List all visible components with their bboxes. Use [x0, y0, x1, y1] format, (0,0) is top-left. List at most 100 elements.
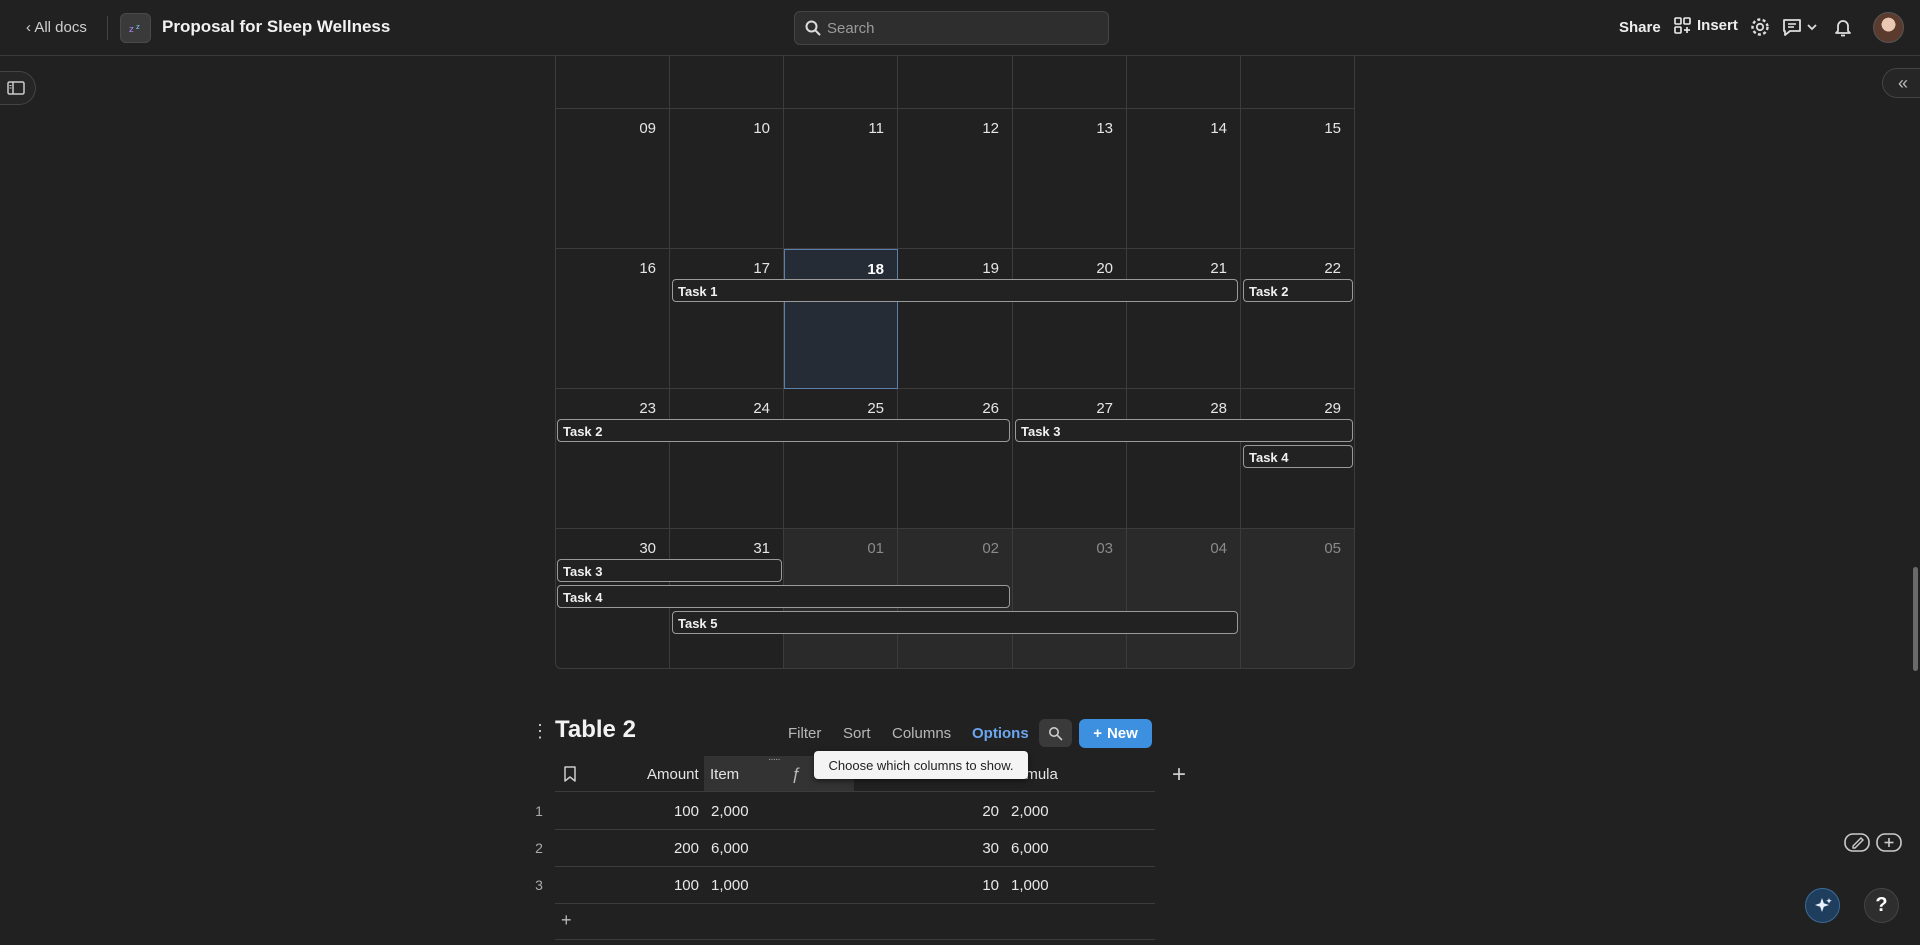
calendar-cell[interactable] [1127, 56, 1241, 109]
calendar-cell[interactable]: 24 [670, 389, 784, 529]
calendar-cell[interactable] [555, 56, 670, 109]
calendar-cell[interactable]: 10 [670, 109, 784, 249]
doc-title: Proposal for Sleep Wellness [162, 17, 391, 36]
new-row-button[interactable]: + New [1079, 719, 1152, 748]
table-row[interactable]: 200 6,000 30 6,000 [555, 830, 1155, 867]
calendar-cell[interactable]: 19 [898, 249, 1013, 389]
header-divider [107, 16, 108, 40]
calendar-cell[interactable]: 28 [1127, 389, 1241, 529]
calendar-cell[interactable]: 27 [1013, 389, 1127, 529]
scrollbar-thumb[interactable] [1913, 567, 1918, 671]
calendar-cell[interactable]: 26 [898, 389, 1013, 529]
insert-button[interactable]: Insert [1674, 17, 1738, 34]
search-box[interactable] [794, 11, 1109, 45]
double-chevron-left-icon: « [1897, 72, 1908, 93]
comment-icon[interactable] [1781, 16, 1803, 38]
calendar-cell[interactable]: 16 [555, 249, 670, 389]
calendar-cell[interactable]: 23 [555, 389, 670, 529]
edit-comment-icon[interactable] [1843, 831, 1871, 855]
calendar-cell[interactable]: 12 [898, 109, 1013, 249]
calendar-cell[interactable]: 21 [1127, 249, 1241, 389]
task-bar[interactable]: Task 3 [557, 559, 782, 582]
table-row[interactable]: 100 1,000 10 1,000 [555, 867, 1155, 904]
table-search-button[interactable] [1039, 719, 1072, 747]
bell-icon[interactable] [1832, 16, 1854, 38]
share-button[interactable]: Share [1619, 19, 1661, 36]
doc-icon[interactable]: zz [120, 13, 151, 43]
chevron-down-icon[interactable] [1805, 16, 1819, 38]
cell-item[interactable]: 2,000 [711, 803, 749, 820]
options-button[interactable]: Options [972, 725, 1029, 742]
add-comment-icon[interactable] [1875, 831, 1903, 855]
calendar-cell[interactable]: 15 [1241, 109, 1355, 249]
calendar-cell[interactable]: 13 [1013, 109, 1127, 249]
cell-amount[interactable]: 200 [674, 840, 699, 857]
column-header-item[interactable]: Item [710, 766, 739, 783]
scrollbar[interactable] [1910, 58, 1920, 945]
task-bar[interactable]: Task 4 [1243, 445, 1353, 468]
cell-formula[interactable]: 6,000 [1011, 840, 1049, 857]
cell-formula[interactable]: 2,000 [1011, 803, 1049, 820]
calendar-cell-next-month[interactable]: 04 [1127, 529, 1241, 669]
day-number: 19 [982, 260, 999, 277]
day-number: 17 [753, 260, 770, 277]
help-button[interactable]: ? [1864, 888, 1899, 923]
cell-item[interactable]: 6,000 [711, 840, 749, 857]
day-number: 30 [639, 540, 656, 557]
calendar-cell-next-month[interactable]: 03 [1013, 529, 1127, 669]
day-number: 03 [1096, 540, 1113, 557]
cell-amount[interactable]: 100 [674, 803, 699, 820]
day-number: 22 [1324, 260, 1341, 277]
bookmark-icon[interactable] [563, 766, 577, 782]
task-bar[interactable]: Task 1 [672, 279, 1238, 302]
sidebar-toggle-button[interactable] [0, 71, 36, 105]
calendar-cell[interactable]: 14 [1127, 109, 1241, 249]
day-number: 01 [867, 540, 884, 557]
calendar-cell-today[interactable]: 18 [784, 249, 898, 389]
task-bar[interactable]: Task 4 [557, 585, 1010, 608]
gear-icon[interactable] [1749, 16, 1771, 38]
cell-quantity[interactable]: 20 [982, 803, 999, 820]
task-bar[interactable]: Task 5 [672, 611, 1238, 634]
calendar-cell-next-month[interactable]: 05 [1241, 529, 1355, 669]
cell-item[interactable]: 1,000 [711, 877, 749, 894]
calendar-cell[interactable] [1241, 56, 1355, 109]
cell-amount[interactable]: 100 [674, 877, 699, 894]
filter-button[interactable]: Filter [788, 725, 821, 742]
column-header-amount[interactable]: Amount [647, 766, 699, 783]
day-number: 04 [1210, 540, 1227, 557]
calendar-cell[interactable]: 11 [784, 109, 898, 249]
drag-handle-icon[interactable]: ····· [768, 754, 781, 765]
ai-assistant-button[interactable] [1805, 888, 1840, 923]
day-number: 11 [868, 120, 884, 137]
calendar-cell[interactable] [784, 56, 898, 109]
grid-icon [1674, 17, 1691, 34]
calendar-cell[interactable] [670, 56, 784, 109]
calendar-cell[interactable]: 25 [784, 389, 898, 529]
calendar-cell[interactable]: 09 [555, 109, 670, 249]
day-number: 29 [1324, 400, 1341, 417]
cell-quantity[interactable]: 30 [982, 840, 999, 857]
sort-button[interactable]: Sort [843, 725, 871, 742]
columns-button[interactable]: Columns [892, 725, 951, 742]
task-bar[interactable]: Task 2 [1243, 279, 1353, 302]
calendar-cell[interactable] [1013, 56, 1127, 109]
avatar[interactable] [1873, 12, 1904, 43]
add-column-button[interactable]: + [1172, 761, 1186, 789]
table-menu-icon[interactable]: ⋮ [531, 721, 549, 742]
search-input[interactable] [827, 18, 1097, 38]
cell-quantity[interactable]: 10 [982, 877, 999, 894]
add-row-button[interactable]: + [561, 910, 572, 931]
all-docs-link[interactable]: ‹ All docs [26, 19, 87, 36]
calendar-cell[interactable]: 20 [1013, 249, 1127, 389]
table-row[interactable]: 100 2,000 20 2,000 [555, 793, 1155, 830]
day-number: 09 [639, 120, 656, 137]
calendar-cell[interactable]: 17 [670, 249, 784, 389]
search-icon [1049, 726, 1063, 740]
cell-formula[interactable]: 1,000 [1011, 877, 1049, 894]
task-bar[interactable]: Task 3 [1015, 419, 1353, 442]
task-bar[interactable]: Task 2 [557, 419, 1010, 442]
calendar-cell[interactable]: 22 [1241, 249, 1355, 389]
calendar-cell[interactable] [898, 56, 1013, 109]
question-icon: ? [1875, 894, 1888, 916]
